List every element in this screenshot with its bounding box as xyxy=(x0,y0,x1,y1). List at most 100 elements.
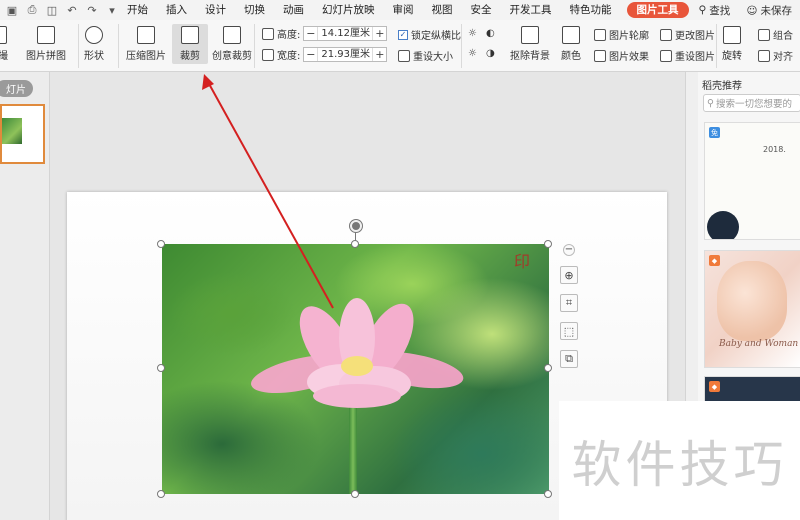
resize-handle-right[interactable] xyxy=(544,364,552,372)
effect-button[interactable]: 图片效果 xyxy=(594,48,649,63)
undo-icon[interactable]: ↶ xyxy=(66,4,78,17)
divider xyxy=(716,24,717,68)
outline-button[interactable]: 图片轮廓 xyxy=(594,27,649,42)
slides-tab[interactable]: 灯片 xyxy=(0,80,33,97)
tab-developer[interactable]: 开发工具 xyxy=(501,0,561,20)
tab-design[interactable]: 设计 xyxy=(196,0,235,20)
rotate-handle[interactable] xyxy=(350,220,362,232)
resize-handle-left[interactable] xyxy=(157,364,165,372)
width-decrease-button[interactable]: − xyxy=(304,48,317,61)
width-label: 宽度: xyxy=(277,51,301,62)
contrast-up-button[interactable]: ◐ xyxy=(486,28,495,39)
more-icon[interactable]: ▾ xyxy=(106,4,118,17)
tab-view[interactable]: 视图 xyxy=(423,0,462,20)
premium-badge-icon: ◆ xyxy=(709,381,720,392)
creative-crop-button[interactable]: 创意裁剪 xyxy=(212,26,252,62)
width-icon xyxy=(262,48,274,61)
width-increase-button[interactable]: + xyxy=(373,48,386,61)
tab-security[interactable]: 安全 xyxy=(462,0,501,20)
shape-button[interactable]: 形状 xyxy=(84,26,104,62)
baby-photo xyxy=(717,261,787,341)
crop-label: 裁剪 xyxy=(180,51,200,62)
align-icon xyxy=(758,49,770,62)
template-card[interactable]: 免 2018. xyxy=(704,122,800,240)
creative-crop-label: 创意裁剪 xyxy=(212,51,252,62)
reset-picture-button[interactable]: 重设图片 xyxy=(660,48,715,63)
reset-size-button[interactable]: 重设大小 xyxy=(398,48,453,63)
lock-ratio-label: 锁定纵横比 xyxy=(411,31,461,42)
brightness-down-button[interactable]: ☼ xyxy=(468,48,477,59)
cut-label: 抠撮 xyxy=(0,51,8,62)
tab-home[interactable]: 开始 xyxy=(118,0,157,20)
zoom-icon[interactable]: ⊕ xyxy=(560,266,578,284)
lotus-picture[interactable]: 印 xyxy=(162,244,549,494)
template-search-input[interactable]: ⚲ 搜索一切您想要的 xyxy=(703,94,800,112)
height-increase-button[interactable]: + xyxy=(373,27,386,40)
height-spinner[interactable]: − 14.12厘米 + xyxy=(303,26,388,41)
divider xyxy=(461,24,462,68)
height-input[interactable]: 14.12厘米 xyxy=(317,27,374,40)
premium-badge-icon: ◆ xyxy=(709,255,720,266)
cut-button[interactable]: 抠撮 xyxy=(0,26,8,62)
height-decrease-button[interactable]: − xyxy=(304,27,317,40)
resize-handle-top-right[interactable] xyxy=(544,240,552,248)
template-text: Baby and Woman xyxy=(719,339,799,349)
color-icon xyxy=(562,26,580,44)
collage-button[interactable]: 图片拼图 xyxy=(26,26,66,62)
color-button[interactable]: 颜色 xyxy=(561,26,581,62)
collapse-icon[interactable]: − xyxy=(563,244,575,256)
redo-icon[interactable]: ↷ xyxy=(86,4,98,17)
outline-label: 图片轮廓 xyxy=(609,31,649,42)
outline-icon xyxy=(594,28,606,41)
seal-stamp: 印 xyxy=(514,252,531,271)
menu-bar: ▣ ⎙ ◫ ↶ ↷ ▾ 开始 插入 设计 切换 动画 幻灯片放映 审阅 视图 安… xyxy=(0,0,800,20)
combine-button[interactable]: 组合 xyxy=(758,27,793,42)
resize-handle-top[interactable] xyxy=(351,240,359,248)
resize-handle-bottom-left[interactable] xyxy=(157,490,165,498)
width-spinner[interactable]: − 21.93厘米 + xyxy=(303,47,388,62)
tab-animation[interactable]: 动画 xyxy=(274,0,313,20)
preview-icon[interactable]: ◫ xyxy=(46,4,58,17)
remove-background-button[interactable]: 抠除背景 xyxy=(510,26,550,62)
brightness-up-button[interactable]: ☼ xyxy=(468,28,477,39)
reset-picture-label: 重设图片 xyxy=(675,52,715,63)
tab-transition[interactable]: 切换 xyxy=(235,0,274,20)
resize-handle-bottom[interactable] xyxy=(351,490,359,498)
print-icon[interactable]: ⎙ xyxy=(26,3,38,16)
reset-size-label: 重设大小 xyxy=(413,52,453,63)
floating-toolbar: − ⊕ ⌗ ⬚ ⧉ xyxy=(560,244,582,378)
layout-icon[interactable]: ⧉ xyxy=(560,350,578,368)
change-picture-button[interactable]: 更改图片 xyxy=(660,27,715,42)
template-card[interactable]: ◆ Baby and Woman xyxy=(704,250,800,368)
tab-slideshow[interactable]: 幻灯片放映 xyxy=(313,0,384,20)
resize-handle-bottom-right[interactable] xyxy=(544,490,552,498)
align-button[interactable]: 对齐 xyxy=(758,48,793,63)
slide-panel: 灯片 xyxy=(0,72,50,520)
tab-insert[interactable]: 插入 xyxy=(157,0,196,20)
crop-button[interactable]: 裁剪 xyxy=(172,24,208,64)
compress-button[interactable]: 压缩图片 xyxy=(126,26,166,62)
width-input[interactable]: 21.93厘米 xyxy=(317,48,374,61)
search-icon: ⚲ xyxy=(707,97,714,109)
cut-icon xyxy=(0,26,7,44)
slide-thumbnail[interactable] xyxy=(0,104,45,164)
template-card[interactable]: ◆ xyxy=(704,376,800,402)
resize-handle-top-left[interactable] xyxy=(157,240,165,248)
unsaved-status[interactable]: ☺ 未保存 xyxy=(747,3,792,18)
remove-background-label: 抠除背景 xyxy=(510,51,550,62)
lock-ratio-checkbox[interactable]: ✓ 锁定纵横比 xyxy=(398,27,461,42)
rotate-button[interactable]: 旋转 xyxy=(722,26,742,62)
crop-tool-icon[interactable]: ⌗ xyxy=(560,294,578,312)
search-placeholder: 搜索一切您想要的 xyxy=(715,99,792,110)
tab-picture-tools[interactable]: 图片工具 xyxy=(626,2,689,18)
quick-access-toolbar: ▣ ⎙ ◫ ↶ ↷ ▾ xyxy=(0,3,118,17)
contrast-down-button[interactable]: ◑ xyxy=(486,48,495,59)
select-area-icon[interactable]: ⬚ xyxy=(560,322,578,340)
lotus-flower xyxy=(251,298,464,408)
tab-features[interactable]: 特色功能 xyxy=(561,0,621,20)
shape-label: 形状 xyxy=(84,51,104,62)
search-button[interactable]: ⚲ 查找 xyxy=(699,3,731,18)
save-icon[interactable]: ▣ xyxy=(6,4,18,17)
height-control: 高度: − 14.12厘米 + xyxy=(262,26,388,41)
tab-review[interactable]: 审阅 xyxy=(384,0,423,20)
